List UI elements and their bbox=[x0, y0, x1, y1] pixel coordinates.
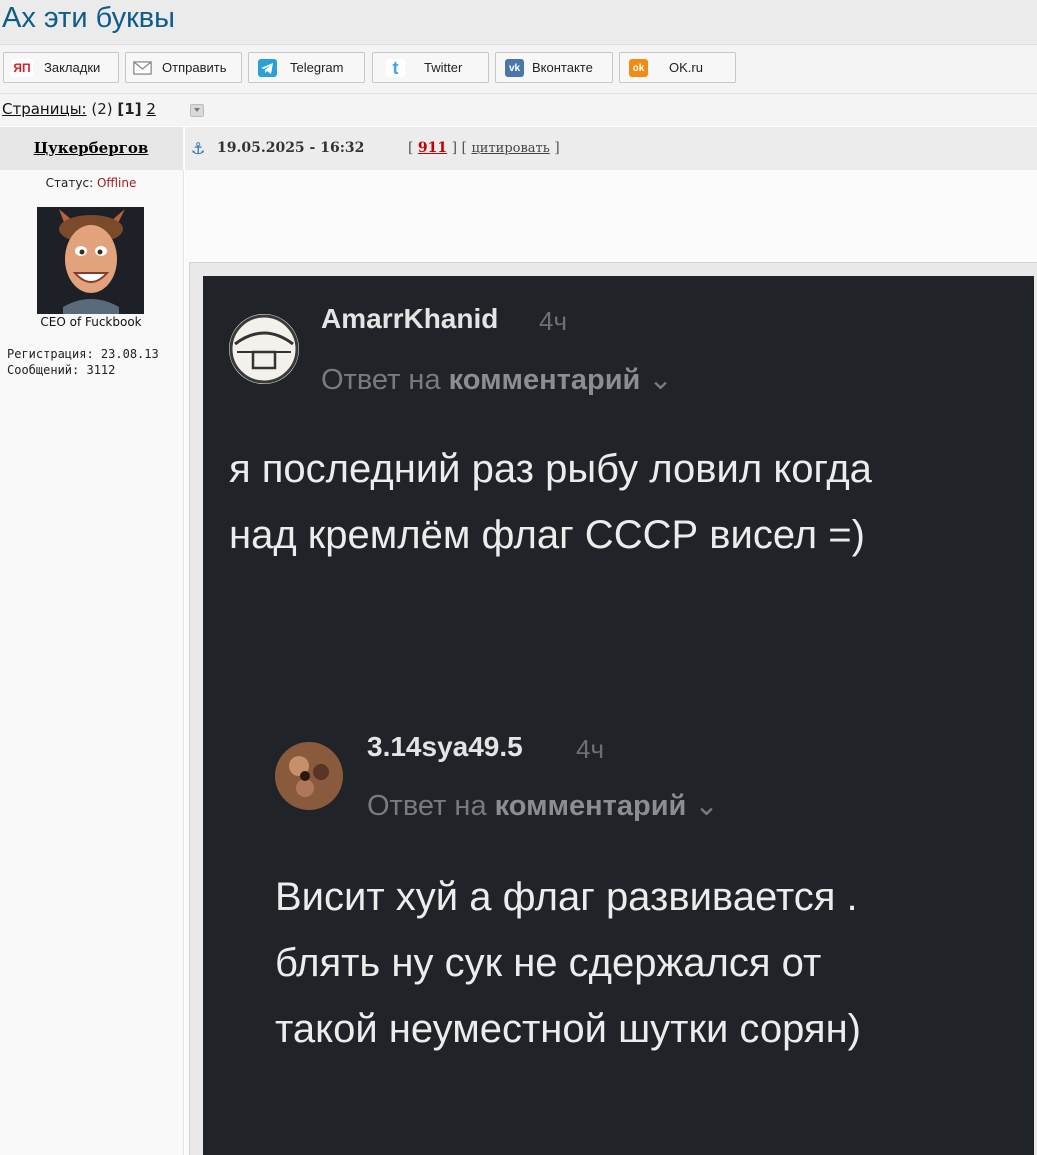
share-bar: ЯП Закладки Отправить Telegram t Twitter… bbox=[0, 45, 1037, 94]
share-vk-label: Вконтакте bbox=[532, 60, 593, 75]
avatar[interactable] bbox=[37, 207, 144, 314]
anchor-icon[interactable]: ⚓ bbox=[191, 139, 205, 158]
share-ok-button[interactable]: ok OK.ru bbox=[619, 52, 736, 83]
post-author-cell: Цукербергов bbox=[0, 127, 184, 170]
odnoklassniki-icon: ok bbox=[629, 59, 648, 77]
reply-prefix-1: Ответ на bbox=[321, 364, 441, 396]
comment-avatar-2 bbox=[275, 742, 343, 810]
pagination: Страницы: (2) [1] 2 bbox=[2, 100, 156, 118]
user-status: Статус: Offline bbox=[0, 176, 182, 190]
pagination-bar: Страницы: (2) [1] 2 bbox=[0, 94, 1037, 126]
page-2-link[interactable]: 2 bbox=[146, 100, 156, 118]
post-date: 19.05.2025 - 16:32 bbox=[217, 140, 365, 156]
meta-bracket-open: [ bbox=[408, 140, 414, 156]
share-send-label: Отправить bbox=[162, 60, 227, 75]
envelope-icon bbox=[133, 59, 152, 77]
status-value: Offline bbox=[96, 176, 137, 190]
quote-link[interactable]: цитировать bbox=[471, 141, 549, 156]
comment-username-2: 3.14sya49.5 bbox=[367, 731, 523, 762]
share-twitter-button[interactable]: t Twitter bbox=[372, 52, 489, 83]
reply-target-2: комментарий bbox=[494, 790, 687, 822]
meta-bracket-mid: ] [ bbox=[451, 140, 467, 156]
share-twitter-label: Twitter bbox=[424, 60, 463, 75]
comment-time-1: 4ч bbox=[539, 306, 568, 336]
page-title: Ах эти буквы bbox=[2, 2, 176, 34]
comment-username-1: AmarrKhanid bbox=[321, 303, 499, 334]
comment-text-1-line-2: над кремлём флаг СССР висел =) bbox=[229, 513, 865, 557]
embedded-screenshot[interactable]: AmarrKhanid 4ч Ответ на комментарий ⌄ я … bbox=[203, 276, 1034, 1155]
comment-reply-1: Ответ на комментарий ⌄ bbox=[321, 362, 673, 397]
share-vk-button[interactable]: vk Вконтакте bbox=[495, 52, 613, 83]
title-bar: Ах эти буквы bbox=[0, 0, 1037, 45]
share-bookmarks-button[interactable]: ЯП Закладки bbox=[3, 52, 119, 83]
post-number-link[interactable]: 911 bbox=[418, 140, 447, 156]
comment-avatar-1 bbox=[229, 314, 299, 384]
share-ok-label: OK.ru bbox=[669, 60, 703, 75]
post-meta: [ 911 ] [ цитировать ] bbox=[408, 140, 560, 156]
comment-reply-2: Ответ на комментарий ⌄ bbox=[367, 788, 719, 823]
comment-text-2-line-1: Висит хуй а флаг развивается . bbox=[275, 875, 858, 919]
share-telegram-label: Telegram bbox=[290, 60, 344, 75]
meta-bracket-close: ] bbox=[554, 140, 560, 156]
comment-time-2: 4ч bbox=[576, 734, 605, 764]
chevron-down-icon: ⌄ bbox=[648, 364, 673, 396]
vk-icon: vk bbox=[505, 59, 524, 77]
comment-text-2-line-3: такой неуместной шутки сорян) bbox=[275, 1007, 861, 1051]
user-registration: Регистрация: 23.08.13 bbox=[7, 347, 159, 361]
status-label: Статус: bbox=[45, 176, 94, 190]
share-send-button[interactable]: Отправить bbox=[125, 52, 242, 83]
reply-target-1: комментарий bbox=[448, 364, 641, 396]
pages-total: (2) bbox=[91, 100, 113, 118]
share-telegram-button[interactable]: Telegram bbox=[248, 52, 365, 83]
current-page: [1] bbox=[117, 100, 142, 118]
user-messages: Сообщений: 3112 bbox=[7, 363, 116, 377]
share-bookmarks-label: Закладки bbox=[44, 60, 101, 75]
pages-menu-icon[interactable] bbox=[190, 104, 204, 117]
pages-label-link[interactable]: Страницы: bbox=[2, 100, 87, 118]
reply-prefix-2: Ответ на bbox=[367, 790, 487, 822]
comment-text-1-line-1: я последний раз рыбу ловил когда bbox=[229, 447, 872, 491]
yandex-bookmarks-icon: ЯП bbox=[11, 59, 33, 77]
telegram-icon bbox=[258, 59, 277, 77]
twitter-icon: t bbox=[386, 58, 405, 78]
comment-text-2-line-2: блять ну сук не сдержался от bbox=[275, 941, 822, 985]
user-title: CEO of Fuckbook bbox=[40, 315, 142, 329]
author-name-link[interactable]: Цукербергов bbox=[0, 139, 182, 157]
chevron-down-icon: ⌄ bbox=[694, 790, 719, 822]
